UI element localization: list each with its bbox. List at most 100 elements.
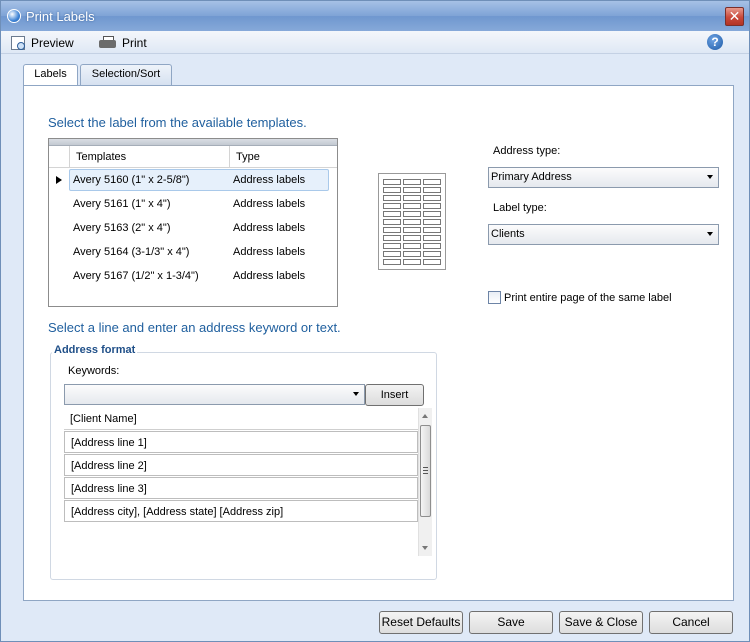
- scroll-down-arrow-icon[interactable]: [422, 546, 428, 550]
- template-name: Avery 5163 (2" x 4"): [73, 222, 171, 234]
- print-entire-page-checkbox[interactable]: [488, 291, 501, 304]
- table-row[interactable]: Avery 5164 (3-1/3" x 4") Address labels: [49, 240, 337, 264]
- preview-icon: [11, 35, 25, 50]
- keywords-label: Keywords:: [68, 365, 120, 377]
- column-header-type[interactable]: Type: [236, 151, 260, 163]
- chevron-down-icon: [707, 232, 713, 236]
- print-entire-page-option[interactable]: Print entire page of the same label: [488, 291, 672, 304]
- scroll-up-arrow-icon[interactable]: [422, 414, 428, 418]
- preview-label-cell: [423, 227, 441, 233]
- preview-button[interactable]: Preview: [11, 34, 74, 51]
- preview-label-cell: [383, 219, 401, 225]
- preview-row: [383, 219, 441, 225]
- title-bar: Print Labels ✕: [1, 1, 749, 31]
- printer-icon: [99, 36, 116, 49]
- preview-label-cell: [383, 211, 401, 217]
- preview-row: [383, 259, 441, 265]
- tab-selection-sort[interactable]: Selection/Sort: [80, 64, 172, 85]
- preview-label-cell: [423, 235, 441, 241]
- preview-label-cell: [423, 179, 441, 185]
- preview-label-cell: [383, 235, 401, 241]
- insert-button[interactable]: Insert: [365, 384, 424, 406]
- preview-row: [383, 179, 441, 185]
- reset-defaults-button[interactable]: Reset Defaults: [379, 611, 463, 634]
- preview-label-cell: [383, 179, 401, 185]
- print-button[interactable]: Print: [99, 34, 147, 51]
- preview-label-cell: [403, 227, 421, 233]
- preview-label-cell: [403, 195, 421, 201]
- preview-row: [383, 227, 441, 233]
- preview-label-cell: [383, 243, 401, 249]
- close-button[interactable]: ✕: [725, 7, 744, 26]
- table-row[interactable]: Avery 5167 (1/2" x 1-3/4") Address label…: [49, 264, 337, 288]
- address-section-title: Select a line and enter an address keywo…: [48, 320, 341, 335]
- window-title: Print Labels: [26, 9, 95, 24]
- preview-row: [383, 203, 441, 209]
- preview-label-cell: [383, 187, 401, 193]
- preview-label-cell: [403, 179, 421, 185]
- address-format-title: Address format: [52, 344, 138, 356]
- header-divider: [69, 146, 70, 167]
- templates-grid[interactable]: Templates Type Avery 5160 (1" x 2-5/8") …: [48, 138, 338, 307]
- label-type-select[interactable]: Clients: [488, 224, 719, 245]
- preview-row: [383, 211, 441, 217]
- save-button[interactable]: Save: [469, 611, 553, 634]
- preview-label-cell: [403, 219, 421, 225]
- print-label: Print: [122, 35, 147, 50]
- templates-section-title: Select the label from the available temp…: [48, 115, 307, 130]
- help-icon[interactable]: ?: [707, 34, 723, 50]
- address-line-input[interactable]: [Address line 1]: [64, 431, 418, 453]
- address-type-value: Primary Address: [491, 171, 572, 183]
- address-line-input[interactable]: [Client Name]: [64, 408, 418, 430]
- grid-header: Templates Type: [49, 146, 337, 168]
- chevron-down-icon: [353, 392, 359, 396]
- table-row[interactable]: Avery 5161 (1" x 4") Address labels: [49, 192, 337, 216]
- preview-label-cell: [423, 251, 441, 257]
- header-divider: [229, 146, 230, 167]
- address-line-input[interactable]: [Address line 2]: [64, 454, 418, 476]
- preview-label-cell: [423, 195, 441, 201]
- table-row[interactable]: Avery 5163 (2" x 4") Address labels: [49, 216, 337, 240]
- grip-icon: [423, 467, 428, 474]
- column-header-templates[interactable]: Templates: [76, 151, 126, 163]
- grid-top-bar: [49, 139, 337, 146]
- template-type: Address labels: [233, 222, 306, 234]
- address-lines-scrollbar[interactable]: [418, 408, 432, 556]
- preview-label-cell: [423, 259, 441, 265]
- template-name: Avery 5160 (1" x 2-5/8"): [73, 174, 190, 186]
- tab-labels[interactable]: Labels: [23, 64, 78, 86]
- chevron-down-icon: [707, 175, 713, 179]
- template-type: Address labels: [233, 246, 306, 258]
- template-name: Avery 5161 (1" x 4"): [73, 198, 171, 210]
- print-labels-window: Print Labels ✕ Preview Print ? Labels Se…: [0, 0, 750, 642]
- toolbar: Preview Print ?: [1, 31, 749, 54]
- preview-label-cell: [423, 203, 441, 209]
- template-type: Address labels: [233, 174, 306, 186]
- save-and-close-button[interactable]: Save & Close: [559, 611, 643, 634]
- table-row[interactable]: Avery 5160 (1" x 2-5/8") Address labels: [49, 168, 337, 192]
- preview-label-cell: [383, 227, 401, 233]
- preview-label-cell: [403, 235, 421, 241]
- preview-row: [383, 251, 441, 257]
- address-line-input[interactable]: [Address city], [Address state] [Address…: [64, 500, 418, 522]
- keywords-select[interactable]: [64, 384, 365, 405]
- template-name: Avery 5164 (3-1/3" x 4"): [73, 246, 190, 258]
- label-sheet-preview: [378, 173, 446, 270]
- address-line-input[interactable]: [Address line 3]: [64, 477, 418, 499]
- preview-label: Preview: [31, 35, 74, 50]
- preview-label-cell: [423, 187, 441, 193]
- preview-label-cell: [383, 195, 401, 201]
- preview-label-cell: [403, 243, 421, 249]
- preview-label-cell: [403, 211, 421, 217]
- preview-label-cell: [403, 251, 421, 257]
- scrollbar-thumb[interactable]: [420, 425, 431, 517]
- preview-label-cell: [383, 251, 401, 257]
- preview-row: [383, 235, 441, 241]
- cancel-button[interactable]: Cancel: [649, 611, 733, 634]
- address-type-select[interactable]: Primary Address: [488, 167, 719, 188]
- preview-label-cell: [423, 219, 441, 225]
- app-logo-icon: [7, 9, 21, 23]
- preview-label-cell: [383, 203, 401, 209]
- preview-label-cell: [423, 243, 441, 249]
- label-type-value: Clients: [491, 228, 525, 240]
